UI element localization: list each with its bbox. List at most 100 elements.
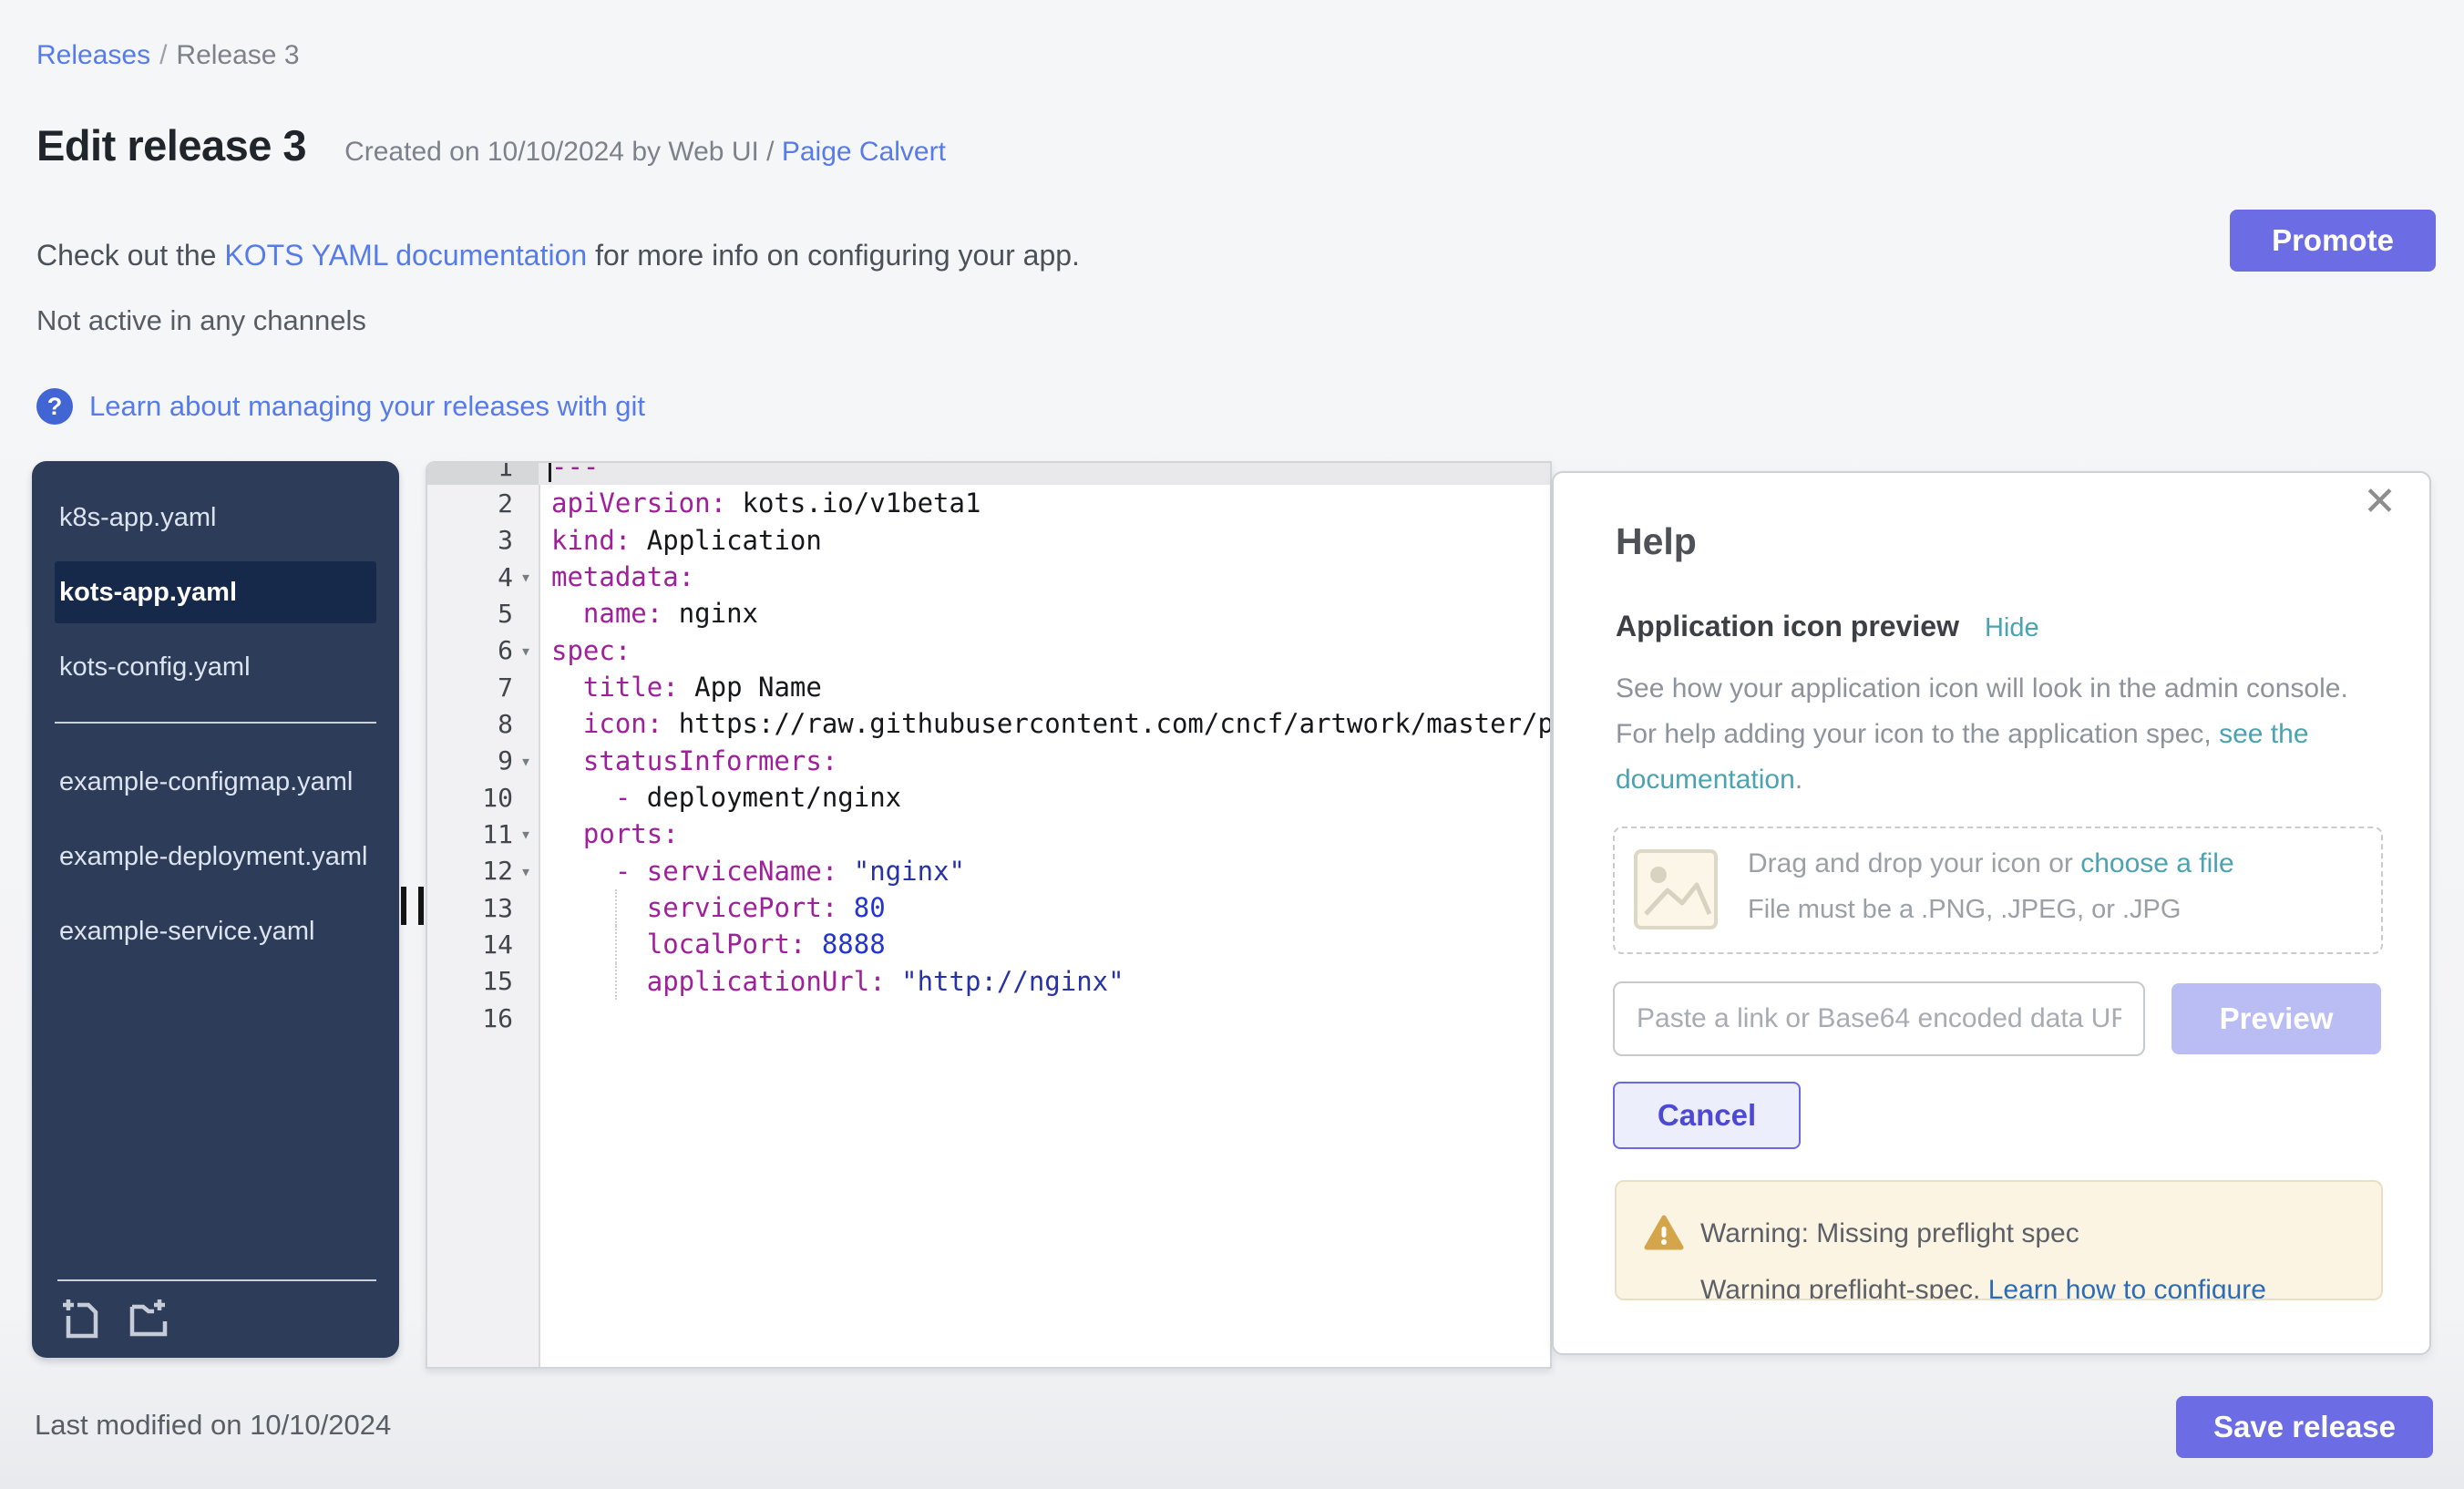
new-folder-icon[interactable] xyxy=(125,1296,170,1341)
line-number: 10 xyxy=(427,779,539,816)
choose-file-link[interactable]: choose a file xyxy=(2080,848,2233,878)
code-line[interactable]: 15 applicationUrl: "http://nginx" xyxy=(427,963,1550,1000)
code-line[interactable]: 6▾spec: xyxy=(427,632,1550,669)
line-number: 11▾ xyxy=(427,816,539,852)
code-line[interactable]: 13 servicePort: 80 xyxy=(427,889,1550,926)
line-number: 7 xyxy=(427,669,539,705)
promote-button[interactable]: Promote xyxy=(2230,210,2436,272)
fold-arrow-icon[interactable]: ▾ xyxy=(513,823,539,845)
icon-dropzone[interactable]: Drag and drop your icon or choose a file… xyxy=(1613,827,2383,954)
git-releases-link[interactable]: Learn about managing your releases with … xyxy=(89,390,645,423)
breadcrumb: Releases / Release 3 xyxy=(36,40,300,71)
code-line[interactable]: 14 localPort: 8888 xyxy=(427,926,1550,962)
dropzone-file-types: File must be a .PNG, .JPEG, or .JPG xyxy=(1748,887,2234,932)
file-item-kots-config.yaml[interactable]: kots-config.yaml xyxy=(55,636,376,698)
line-number: 5 xyxy=(427,595,539,632)
dropzone-text: Drag and drop your icon or choose a file… xyxy=(1748,841,2234,932)
hide-link[interactable]: Hide xyxy=(1985,613,2039,643)
code-line[interactable]: 7 title: App Name xyxy=(427,669,1550,705)
indent-guide xyxy=(615,889,617,926)
code-line[interactable]: 12▾ - serviceName: "nginx" xyxy=(427,853,1550,889)
file-item-k8s-app.yaml[interactable]: k8s-app.yaml xyxy=(55,487,376,549)
git-help-row: ? Learn about managing your releases wit… xyxy=(36,388,645,425)
info-suffix: for more info on configuring your app. xyxy=(587,239,1080,272)
fold-arrow-icon[interactable]: ▾ xyxy=(513,566,539,588)
created-info: Created on 10/10/2024 by Web UI / Paige … xyxy=(344,137,946,168)
code-line[interactable]: 16 xyxy=(427,1000,1550,1036)
preflight-warning-banner: Warning: Missing preflight spec Warning … xyxy=(1615,1180,2383,1300)
line-number: 2 xyxy=(427,485,539,521)
file-item-example-service.yaml[interactable]: example-service.yaml xyxy=(55,900,376,962)
icon-preview-section-header: Application icon preview Hide xyxy=(1616,610,2039,643)
file-item-example-deployment.yaml[interactable]: example-deployment.yaml xyxy=(55,826,376,888)
sidebar-resize-handle[interactable] xyxy=(401,887,424,925)
code-line[interactable]: 10 - deployment/nginx xyxy=(427,779,1550,816)
dropzone-prompt: Drag and drop your icon or xyxy=(1748,848,2080,878)
last-modified-text: Last modified on 10/10/2024 xyxy=(35,1409,391,1442)
learn-configure-link[interactable]: Learn how to configure xyxy=(1988,1275,2266,1300)
kots-yaml-docs-link[interactable]: KOTS YAML documentation xyxy=(224,239,587,272)
question-circle-icon: ? xyxy=(36,388,73,425)
indent-guide xyxy=(615,926,617,962)
fold-arrow-icon[interactable]: ▾ xyxy=(513,860,539,882)
resize-bar xyxy=(401,887,406,925)
code-line[interactable]: 3kind: Application xyxy=(427,522,1550,559)
cancel-button[interactable]: Cancel xyxy=(1613,1082,1801,1149)
help-panel-title: Help xyxy=(1616,520,1697,563)
warning-detail-text: Warning preflight-spec. xyxy=(1700,1275,1988,1300)
release-editor-page: Releases / Release 3 Edit release 3 Create… xyxy=(0,0,2464,1489)
warning-triangle-icon xyxy=(1644,1215,1684,1256)
line-number: 1 xyxy=(427,461,539,485)
file-tree-actions xyxy=(57,1279,376,1341)
image-placeholder-icon xyxy=(1633,848,1719,935)
line-number: 6▾ xyxy=(427,632,539,669)
line-number: 9▾ xyxy=(427,743,539,779)
line-number: 13 xyxy=(427,889,539,926)
breadcrumb-releases-link[interactable]: Releases xyxy=(36,40,150,70)
breadcrumb-separator: / xyxy=(159,40,167,70)
line-number: 14 xyxy=(427,926,539,962)
warning-title: Warning: Missing preflight spec xyxy=(1700,1218,2079,1249)
title-row: Edit release 3 Created on 10/10/2024 by … xyxy=(36,120,946,170)
description-period: . xyxy=(1795,765,1802,795)
help-panel: ✕ Help Application icon preview Hide See… xyxy=(1552,471,2431,1355)
fold-arrow-icon[interactable]: ▾ xyxy=(513,640,539,662)
code-line[interactable]: 5 name: nginx xyxy=(427,595,1550,632)
created-text: Created on 10/10/2024 by Web UI / xyxy=(344,137,782,167)
page-title: Edit release 3 xyxy=(36,120,306,170)
line-number: 16 xyxy=(427,1000,539,1036)
line-number: 3 xyxy=(427,522,539,559)
code-line[interactable]: 4▾metadata: xyxy=(427,559,1550,595)
close-icon[interactable]: ✕ xyxy=(2363,482,2397,522)
code-line[interactable]: 9▾ statusInformers: xyxy=(427,743,1550,779)
file-item-example-configmap.yaml[interactable]: example-configmap.yaml xyxy=(55,751,376,813)
file-item-kots-app.yaml[interactable]: kots-app.yaml xyxy=(55,561,376,623)
breadcrumb-current: Release 3 xyxy=(176,40,299,70)
author-link[interactable]: Paige Calvert xyxy=(782,137,946,167)
code-line[interactable]: 1--- xyxy=(427,461,1550,485)
icon-preview-title: Application icon preview xyxy=(1616,610,1959,643)
text-cursor xyxy=(549,461,551,482)
line-number: 8 xyxy=(427,705,539,742)
code-line[interactable]: 11▾ ports: xyxy=(427,816,1550,852)
fold-arrow-icon[interactable]: ▾ xyxy=(513,750,539,772)
file-group-divider xyxy=(55,722,376,724)
editor-content: 1---2apiVersion: kots.io/v1beta13kind: A… xyxy=(427,461,1550,1036)
docs-info-line: Check out the KOTS YAML documentation fo… xyxy=(36,239,1080,272)
indent-guide xyxy=(615,963,617,1000)
file-list: k8s-app.yaml kots-app.yaml kots-config.yam… xyxy=(32,461,399,962)
yaml-editor[interactable]: 1---2apiVersion: kots.io/v1beta13kind: A… xyxy=(426,461,1552,1369)
code-line[interactable]: 8 icon: https://raw.githubusercontent.co… xyxy=(427,705,1550,742)
line-number: 12▾ xyxy=(427,853,539,889)
resize-bar xyxy=(418,887,424,925)
preview-button[interactable]: Preview xyxy=(2171,983,2381,1054)
info-prefix: Check out the xyxy=(36,239,224,272)
line-number: 4▾ xyxy=(427,559,539,595)
channel-status: Not active in any channels xyxy=(36,304,366,337)
code-line[interactable]: 2apiVersion: kots.io/v1beta1 xyxy=(427,485,1550,521)
save-release-button[interactable]: Save release xyxy=(2176,1396,2433,1458)
line-number: 15 xyxy=(427,963,539,1000)
icon-url-input[interactable] xyxy=(1613,981,2145,1056)
new-file-icon[interactable] xyxy=(57,1296,103,1341)
icon-preview-description: See how your application icon will look … xyxy=(1616,666,2372,803)
